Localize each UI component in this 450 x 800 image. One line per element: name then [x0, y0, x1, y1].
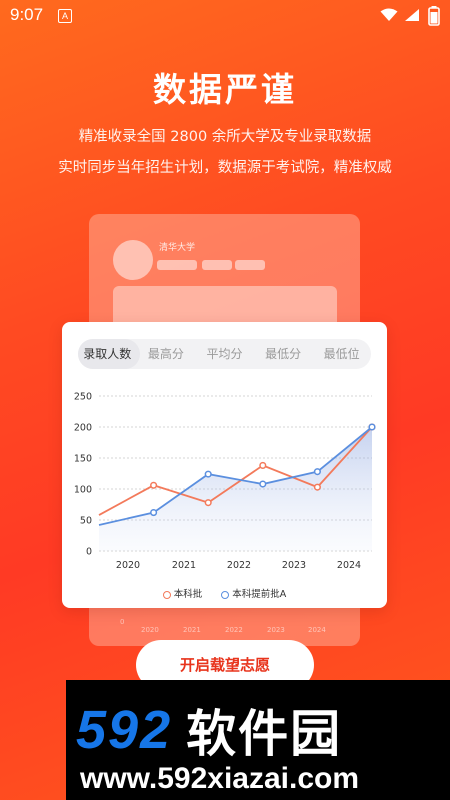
tab-lowest-rank[interactable]: 最低位 [312, 339, 371, 369]
bg-x-label: 2022 [225, 626, 243, 634]
y-tick-label: 200 [74, 423, 92, 434]
legend-marker [221, 590, 230, 599]
y-tick-label: 150 [74, 454, 92, 465]
tab-admission-count[interactable]: 录取人数 [78, 339, 137, 369]
x-tick-label: 2020 [116, 560, 140, 571]
data-point [150, 509, 158, 517]
placeholder-pill [235, 260, 265, 270]
bg-axis-zero: 0 [120, 618, 125, 626]
data-point [204, 499, 212, 507]
bg-x-label: 2023 [267, 626, 285, 634]
app-screen: 9:07 A 数据严谨 精准收录全国 2800 余所大学及专业录取数据 实时同步… [0, 0, 450, 800]
tab-average-score[interactable]: 平均分 [195, 339, 254, 369]
legend-item: 本科批 [162, 586, 203, 600]
signal-icon [405, 9, 419, 21]
legend-label: 本科提前批A [232, 589, 287, 600]
tab-highest-score[interactable]: 最高分 [137, 339, 196, 369]
y-tick-label: 100 [74, 485, 92, 496]
x-tick-label: 2023 [282, 560, 306, 571]
university-name: 清华大学 [159, 243, 196, 253]
data-point [259, 480, 267, 488]
data-point [368, 423, 376, 431]
watermark-number: 592 [76, 700, 173, 760]
y-tick-label: 250 [74, 392, 92, 403]
wifi-icon [380, 8, 398, 21]
legend-item: 本科提前批A [221, 586, 286, 600]
x-tick-label: 2022 [227, 560, 251, 571]
metric-tabs: 录取人数 最高分 平均分 最低分 最低位 [78, 339, 371, 369]
data-point [313, 468, 321, 476]
data-point [313, 483, 321, 491]
data-point [150, 481, 158, 489]
placeholder-pill [157, 260, 197, 270]
status-time: 9:07 [10, 5, 44, 24]
bg-x-label: 2021 [183, 626, 201, 634]
admission-line-chart: 0 50 100 150 200 250 2020 2021 2022 2023 2024 [74, 392, 376, 571]
x-tick-label: 2024 [337, 560, 361, 571]
watermark-url: www.592xiazai.com [80, 762, 360, 795]
watermark-name: 软件园 [186, 705, 343, 763]
hero-subtitle-1: 精准收录全国 2800 余所大学及专业录取数据 [78, 129, 372, 145]
legend-marker [162, 590, 171, 599]
notification-a-icon: A [58, 9, 72, 23]
placeholder-pill [202, 260, 232, 270]
legend-label: 本科批 [173, 589, 203, 600]
avatar [113, 240, 153, 280]
bg-x-label: 2024 [308, 626, 326, 634]
page-title: 数据严谨 [153, 70, 297, 109]
x-tick-label: 2021 [172, 560, 196, 571]
hero-subtitle-2: 实时同步当年招生计划，数据源于考试院，精准权威 [58, 160, 392, 176]
bg-x-label: 2020 [141, 626, 159, 634]
status-bar: 9:07 A [0, 0, 450, 32]
battery-icon [428, 6, 440, 26]
data-point [259, 461, 267, 469]
data-point [204, 470, 212, 478]
tab-lowest-score[interactable]: 最低分 [254, 339, 313, 369]
chart-legend: 本科批 本科提前批A [62, 586, 387, 600]
y-tick-label: 0 [86, 547, 92, 558]
watermark-brand: 592 软件园 [76, 694, 342, 766]
y-tick-label: 50 [80, 516, 92, 527]
chart-card: 录取人数 最高分 平均分 最低分 最低位 0 50 100 150 200 250 2020… [62, 322, 387, 608]
watermark: 592 软件园 www.592xiazai.com [66, 680, 450, 800]
